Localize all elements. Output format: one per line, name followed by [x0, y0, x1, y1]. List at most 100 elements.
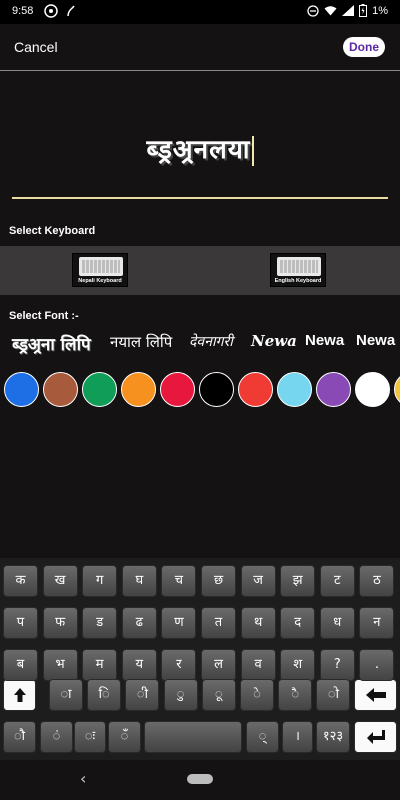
key-row2-5[interactable]: त [201, 607, 236, 639]
signal-icon [342, 5, 355, 16]
keyboard-thumbnail-icon [277, 257, 321, 276]
status-time: 9:58 [12, 5, 34, 17]
key-row1-3[interactable]: घ [121, 565, 157, 597]
text-caret [251, 136, 254, 166]
color-swatch[interactable] [82, 372, 117, 407]
key-row3-9[interactable]: . [359, 649, 395, 681]
font-option-newa-1[interactable]: Newa [251, 332, 297, 350]
key-row5-3[interactable]: ँ [108, 721, 141, 753]
key-row1-7[interactable]: झ [280, 565, 316, 597]
color-swatch[interactable] [355, 372, 390, 407]
shift-arrow-icon [13, 688, 26, 702]
color-palette [0, 372, 400, 408]
color-swatch[interactable] [199, 372, 234, 407]
font-option-nepal-lipi[interactable]: नयाल लिपि [110, 332, 172, 352]
key-row4-5[interactable]: े [240, 679, 274, 711]
key-row1-2[interactable]: ग [82, 565, 118, 597]
status-right: 1% [307, 4, 388, 17]
keyboard-selector: Nepali Keyboard English Keyboard [0, 246, 400, 295]
key-row1-6[interactable]: ज [240, 565, 276, 597]
english-keyboard-option[interactable]: English Keyboard [270, 253, 326, 287]
key-row4-3[interactable]: ु [163, 679, 198, 711]
english-keyboard-label: English Keyboard [274, 278, 322, 284]
enter-key[interactable] [354, 721, 397, 753]
color-swatch[interactable] [394, 372, 400, 407]
key-row4-1[interactable]: ि [87, 679, 122, 711]
key-row3-6[interactable]: व [240, 649, 276, 681]
font-option-ranjana[interactable]: ब्ड्रअ्रना लिपि [12, 332, 91, 355]
key-row3-4[interactable]: र [161, 649, 197, 681]
key-row4-0[interactable]: ा [49, 679, 83, 711]
key-row2-3[interactable]: ढ [121, 607, 157, 639]
key-row1-1[interactable]: ख [42, 565, 78, 597]
key-row5-5[interactable]: । [282, 721, 313, 753]
key-row2-2[interactable]: ड [82, 607, 118, 639]
key-row2-1[interactable]: फ [42, 607, 78, 639]
key-row5-4[interactable]: ् [246, 721, 279, 753]
key-row1-5[interactable]: छ [201, 565, 236, 597]
key-row4-2[interactable]: ी [125, 679, 160, 711]
key-row3-5[interactable]: ल [201, 649, 236, 681]
key-row1-8[interactable]: ट [319, 565, 355, 597]
key-row5-0[interactable]: ौ [3, 721, 36, 753]
enter-arrow-icon [366, 730, 385, 744]
wifi-icon [324, 6, 337, 16]
font-option-newa-3[interactable]: Newa [356, 332, 395, 349]
key-row1-4[interactable]: च [161, 565, 197, 597]
key-row3-8[interactable]: ? [319, 649, 355, 681]
key-row2-0[interactable]: प [3, 607, 38, 639]
font-option-newa-2[interactable]: Newa [305, 332, 344, 349]
key-row3-1[interactable]: भ [42, 649, 78, 681]
backspace-key[interactable] [354, 679, 397, 711]
cancel-button[interactable]: Cancel [14, 39, 58, 55]
text-editor[interactable]: ब्ड्रअ्रनलया [0, 72, 400, 218]
nav-back-icon[interactable]: ‹ [80, 769, 94, 789]
key-row2-8[interactable]: ध [319, 607, 355, 639]
input-underline [12, 197, 388, 199]
app-header: Cancel Done [0, 24, 400, 71]
key-row1-9[interactable]: ठ [359, 565, 395, 597]
key-row2-7[interactable]: द [280, 607, 316, 639]
preview-text: ब्ड्रअ्रनलया [146, 135, 251, 165]
select-font-label: Select Font :- [9, 310, 79, 322]
key-row4-6[interactable]: ै [278, 679, 313, 711]
key-row3-2[interactable]: म [82, 649, 118, 681]
key-row3-0[interactable]: ब [3, 649, 38, 681]
color-swatch[interactable] [43, 372, 78, 407]
color-swatch[interactable] [238, 372, 273, 407]
key-row5-1[interactable]: ं [40, 721, 73, 753]
font-list: ब्ड्रअ्रना लिपि नयाल लिपि देवनागरी Newa … [0, 330, 400, 360]
backspace-arrow-icon [365, 688, 386, 702]
key-row2-4[interactable]: ण [161, 607, 197, 639]
app-notification-icon [44, 4, 58, 18]
notification-icon [67, 5, 75, 17]
key-row5-2[interactable]: ः [74, 721, 106, 753]
color-swatch[interactable] [316, 372, 351, 407]
color-swatch[interactable] [121, 372, 156, 407]
shift-key[interactable] [3, 679, 36, 711]
color-swatch[interactable] [4, 372, 39, 407]
nepali-keyboard-option[interactable]: Nepali Keyboard [72, 253, 128, 287]
key-row2-6[interactable]: थ [240, 607, 276, 639]
done-button[interactable]: Done [343, 37, 385, 57]
key-row4-4[interactable]: ू [201, 679, 236, 711]
font-option-devanagari[interactable]: देवनागरी [189, 332, 233, 351]
space-key[interactable] [144, 721, 242, 753]
color-swatch[interactable] [160, 372, 195, 407]
status-bar: 9:58 1% [0, 0, 400, 24]
key-row4-7[interactable]: ो [316, 679, 351, 711]
nepali-keyboard: क ख ग घ च छ ज झ ट ठ प फ ड ढ ण त थ द ध न ब भ म य र ल व श?.ािीुूेैोौं… [0, 558, 400, 760]
battery-icon [359, 4, 368, 17]
nav-home-button[interactable] [187, 774, 213, 784]
navigation-bar: ‹ [0, 760, 400, 800]
key-row2-9[interactable]: न [359, 607, 395, 639]
key-row3-3[interactable]: य [121, 649, 157, 681]
do-not-disturb-icon [307, 4, 319, 17]
key-row3-7[interactable]: श [280, 649, 316, 681]
select-keyboard-label: Select Keyboard [9, 225, 96, 237]
preview-text-container: ब्ड्रअ्रनलया [0, 130, 400, 166]
battery-percent: 1% [372, 4, 388, 17]
key-row1-0[interactable]: क [3, 565, 38, 597]
color-swatch[interactable] [277, 372, 312, 407]
key-row5-6[interactable]: १२३ [316, 721, 350, 753]
